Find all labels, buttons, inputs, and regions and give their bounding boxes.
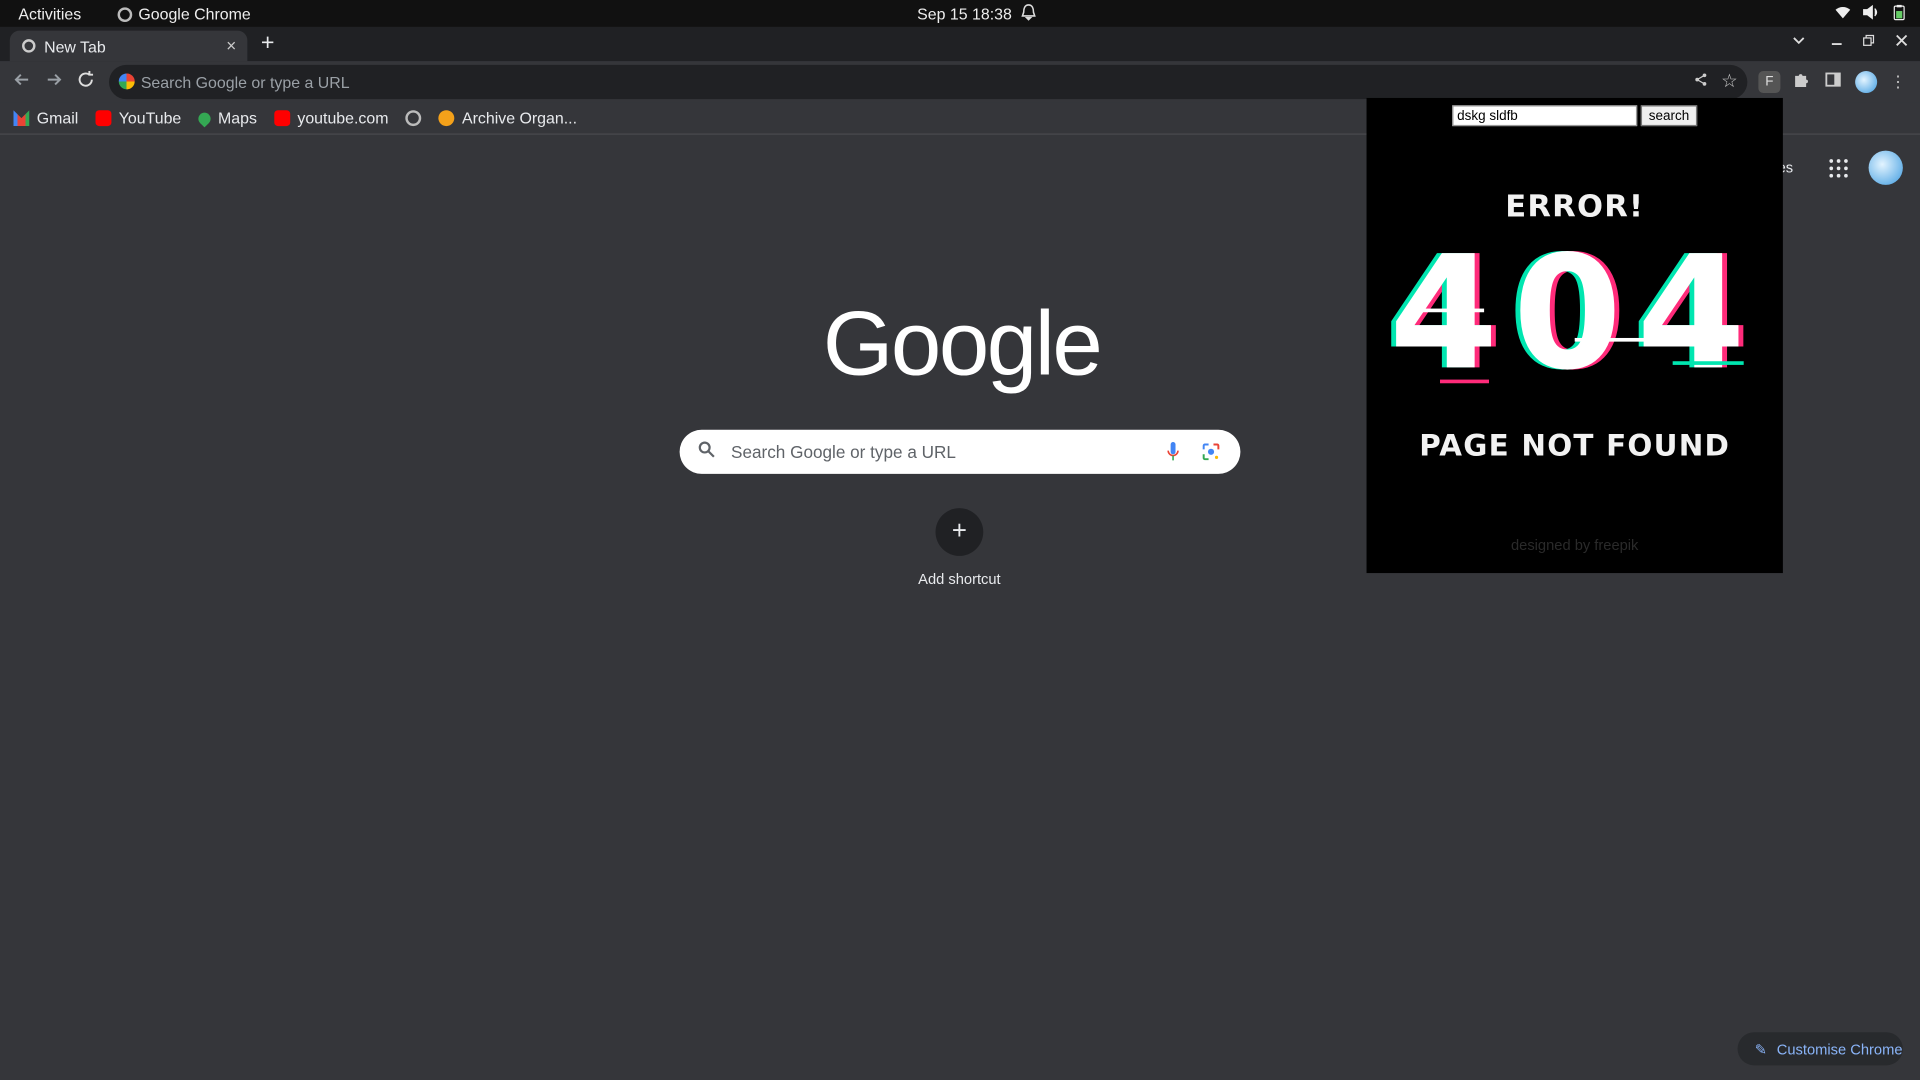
close-window-icon[interactable]	[1894, 33, 1909, 51]
bookmark-label: Gmail	[36, 108, 79, 128]
clock[interactable]: Sep 15 18:38	[917, 5, 1012, 23]
bookmark-youtube-com[interactable]: youtube.com	[274, 108, 389, 128]
google-icon	[118, 73, 135, 90]
google-logo: Google	[822, 292, 1103, 395]
bookmark-label: youtube.com	[297, 108, 389, 128]
bookmark-archive[interactable]: Archive Organ...	[438, 108, 578, 128]
error-title: ERROR!	[1505, 188, 1645, 225]
customise-chrome-button[interactable]: ✎ Customise Chrome	[1737, 1032, 1903, 1066]
bell-icon	[1021, 4, 1036, 21]
glitch-line	[1440, 379, 1489, 384]
chrome-icon	[22, 39, 36, 53]
glitch-line	[1672, 361, 1744, 365]
extension-popup: search ERROR! 404 PAGE NOT FOUND designe…	[1366, 97, 1783, 574]
bookmark-globe[interactable]	[405, 110, 422, 127]
omnibox-placeholder: Search Google or type a URL	[140, 73, 350, 92]
share-icon[interactable]	[1693, 72, 1708, 90]
omnibox[interactable]: Search Google or type a URL ☆	[108, 64, 1748, 100]
browser-toolbar: Search Google or type a URL ☆ F ⋮	[0, 61, 1920, 103]
reload-icon[interactable]	[76, 70, 96, 96]
wifi-icon[interactable]	[1834, 4, 1851, 21]
volume-icon[interactable]	[1862, 4, 1879, 21]
minimize-icon[interactable]	[1829, 33, 1844, 51]
bookmark-label: Maps	[218, 108, 257, 128]
bookmark-star-icon[interactable]: ☆	[1721, 70, 1737, 92]
bookmark-label: YouTube	[118, 108, 182, 128]
search-icon	[698, 441, 715, 458]
tab-new-tab[interactable]: New Tab ×	[9, 30, 248, 62]
pencil-icon: ✎	[1754, 1040, 1768, 1058]
glitch-line	[1574, 337, 1654, 342]
youtube-icon	[274, 110, 291, 127]
voice-search-icon[interactable]	[1167, 442, 1179, 462]
tab-strip: New Tab ×	[0, 26, 1920, 62]
back-icon[interactable]	[12, 70, 32, 96]
bookmark-label: Archive Organ...	[461, 108, 578, 128]
gmail-icon	[13, 110, 30, 127]
popup-search-input[interactable]	[1452, 105, 1638, 127]
google-lens-icon[interactable]	[1201, 442, 1221, 462]
profile-avatar[interactable]	[1855, 71, 1878, 94]
tab-title: New Tab	[44, 37, 106, 57]
bookmark-maps[interactable]: Maps	[195, 108, 257, 128]
archive-icon	[438, 110, 455, 127]
add-shortcut-label: Add shortcut	[918, 570, 1001, 588]
popup-search-button[interactable]: search	[1640, 105, 1698, 127]
add-shortcut-button[interactable]: +	[935, 508, 984, 556]
error-code: 404	[1389, 222, 1761, 406]
side-panel-icon[interactable]	[1822, 71, 1844, 93]
extensions-puzzle-icon[interactable]	[1790, 71, 1812, 93]
extension-f-icon[interactable]: F	[1758, 71, 1781, 94]
chrome-icon	[117, 6, 133, 22]
ntp-search-box[interactable]: Search Google or type a URL	[679, 429, 1241, 474]
tab-search-icon[interactable]	[1791, 33, 1806, 51]
error-subtitle: PAGE NOT FOUND	[1419, 428, 1731, 463]
restore-icon[interactable]	[1861, 33, 1876, 51]
youtube-icon	[95, 110, 112, 127]
app-name: Google Chrome	[138, 4, 251, 24]
ntp-search-placeholder: Search Google or type a URL	[731, 442, 956, 462]
bookmark-gmail[interactable]: Gmail	[13, 109, 78, 127]
forward-icon[interactable]	[44, 70, 64, 96]
glitch-line	[1420, 308, 1485, 313]
battery-icon[interactable]	[1891, 4, 1908, 21]
maps-icon	[195, 109, 214, 127]
customise-chrome-label: Customise Chrome	[1776, 1040, 1903, 1058]
chrome-menu-icon[interactable]: ⋮	[1887, 71, 1909, 93]
new-tab-button[interactable]: +	[261, 31, 275, 58]
screen: Activities Google Chrome Sep 15 18:38 Ne…	[0, 0, 1920, 1080]
app-menu[interactable]: Google Chrome	[117, 4, 251, 24]
activities-button[interactable]: Activities	[18, 5, 81, 23]
system-top-bar: Activities Google Chrome Sep 15 18:38	[0, 0, 1920, 27]
close-tab-icon[interactable]: ×	[226, 36, 236, 56]
bookmark-youtube[interactable]: YouTube	[95, 109, 181, 127]
account-avatar[interactable]	[1868, 150, 1903, 185]
image-credit: designed by freepik	[1510, 536, 1639, 554]
globe-icon	[405, 110, 422, 127]
google-apps-icon[interactable]	[1829, 159, 1848, 178]
system-tray[interactable]	[1834, 4, 1907, 21]
